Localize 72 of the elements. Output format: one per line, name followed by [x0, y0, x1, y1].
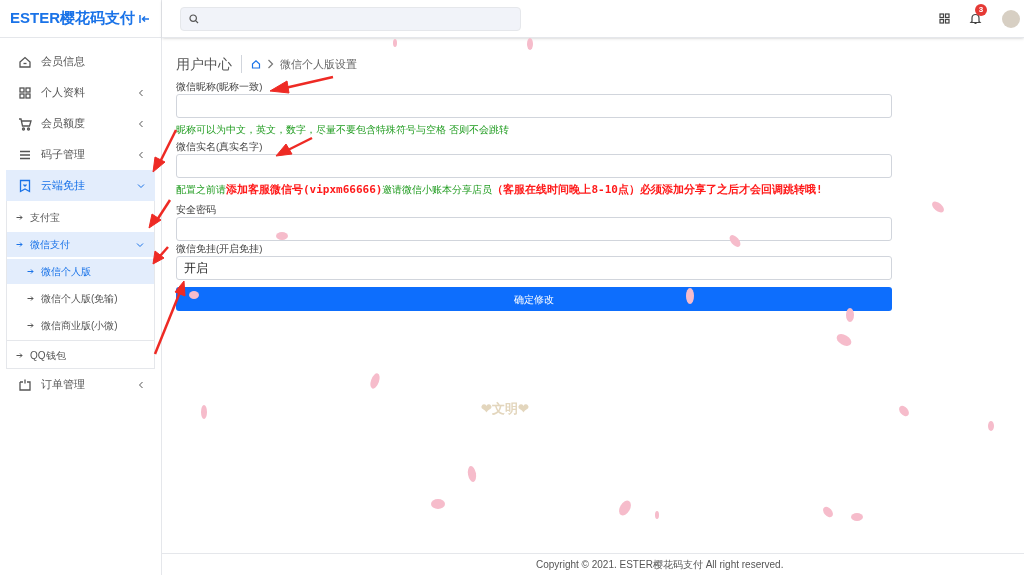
input-field[interactable]	[176, 217, 892, 241]
sidebar-subitem[interactable]: 支付宝	[7, 205, 154, 230]
sidebar-item[interactable]: 云端免挂	[6, 170, 155, 201]
arrow-right-icon	[27, 295, 34, 302]
petal-icon	[988, 421, 994, 431]
sidebar-item[interactable]: 订单管理	[6, 369, 155, 400]
petal-icon	[686, 288, 694, 304]
input-field[interactable]	[176, 154, 892, 178]
collapse-icon[interactable]	[139, 12, 151, 25]
sidebar-item[interactable]: 个人资料	[6, 77, 155, 108]
field-label: 微信实名(真实名字)	[176, 141, 263, 153]
search-field[interactable]	[180, 6, 521, 31]
search-icon	[189, 13, 199, 24]
arrow-annotation	[275, 136, 313, 157]
tagline: ❤文明❤	[481, 401, 529, 416]
home-icon	[18, 54, 32, 69]
petal-icon	[846, 308, 854, 322]
sidebar-subitem[interactable]: 微信个人版	[7, 259, 154, 284]
copyright-text: Copyright © 2021. ESTER樱花码支付 All right reserved.	[536, 558, 784, 572]
arrow-right-icon	[16, 214, 23, 221]
petal-icon	[189, 291, 199, 299]
petal-icon	[851, 513, 863, 521]
petal-icon	[431, 499, 445, 509]
sidebar-subitem[interactable]: 微信商业版(小微)	[7, 313, 154, 338]
arrow-annotation	[152, 246, 169, 265]
input-field[interactable]	[176, 94, 892, 118]
field-label: 微信昵称(昵称一致)	[176, 81, 263, 93]
petal-icon	[527, 38, 533, 50]
sidebar-item[interactable]: 码子管理	[6, 139, 155, 170]
arrow-right-icon	[16, 352, 23, 359]
petal-icon	[932, 201, 944, 213]
hint-text: 配置之前请添加客服微信号(vipxm66666)邀请微信小账本分享店员（客服在线时间晚上8-10点）必须添加分享了之后才会回调跳转哦!	[176, 182, 824, 197]
hint-text: 昵称可以为中文，英文，数字，尽量不要包含特殊符号与空格 否则不会跳转	[176, 123, 510, 137]
petal-icon	[619, 500, 631, 516]
grid-icon	[18, 85, 32, 100]
petal-icon	[836, 334, 852, 346]
arrow-annotation	[148, 199, 172, 229]
petal-icon	[655, 511, 659, 519]
input-field[interactable]: 开启	[176, 256, 892, 280]
arrow-right-icon	[27, 268, 34, 275]
arrow-right-icon	[16, 241, 23, 248]
cart-icon	[18, 116, 32, 131]
sidebar-subitem[interactable]: 微信支付	[7, 232, 154, 257]
field-label: 安全密码	[176, 204, 216, 216]
page-title: 用户中心	[176, 54, 232, 74]
petal-icon	[899, 405, 909, 417]
chevron-right-icon	[267, 59, 274, 69]
grid-icon[interactable]	[939, 13, 950, 24]
sidebar-item[interactable]: 会员额度	[6, 108, 155, 139]
sidebar-subitem[interactable]: QQ钱包	[7, 343, 154, 368]
petal-icon	[729, 235, 741, 247]
arrow-right-icon	[27, 322, 34, 329]
tray-icon	[18, 377, 32, 392]
petal-icon	[276, 232, 288, 240]
petal-icon	[201, 405, 207, 419]
petal-icon	[467, 466, 477, 482]
arrow-annotation	[152, 129, 178, 173]
arrow-annotation	[269, 75, 334, 94]
petal-icon	[393, 39, 397, 47]
bell-icon[interactable]	[969, 12, 982, 25]
field-label: 微信免挂(开启免挂)	[176, 243, 263, 255]
petal-icon	[370, 373, 380, 389]
submit-button[interactable]: 确定修改	[176, 287, 892, 311]
sidebar-subitem[interactable]: 微信个人版(免输)	[7, 286, 154, 311]
bookmark-icon	[18, 178, 32, 193]
notification-badge: 3	[975, 4, 987, 16]
home-icon[interactable]	[251, 59, 261, 69]
avatar[interactable]	[1002, 9, 1020, 28]
sidebar-item[interactable]: 会员信息	[6, 46, 155, 77]
petal-icon	[823, 506, 833, 518]
breadcrumb-current: 微信个人版设置	[280, 56, 357, 72]
brand-title: ESTER樱花码支付	[10, 8, 135, 29]
